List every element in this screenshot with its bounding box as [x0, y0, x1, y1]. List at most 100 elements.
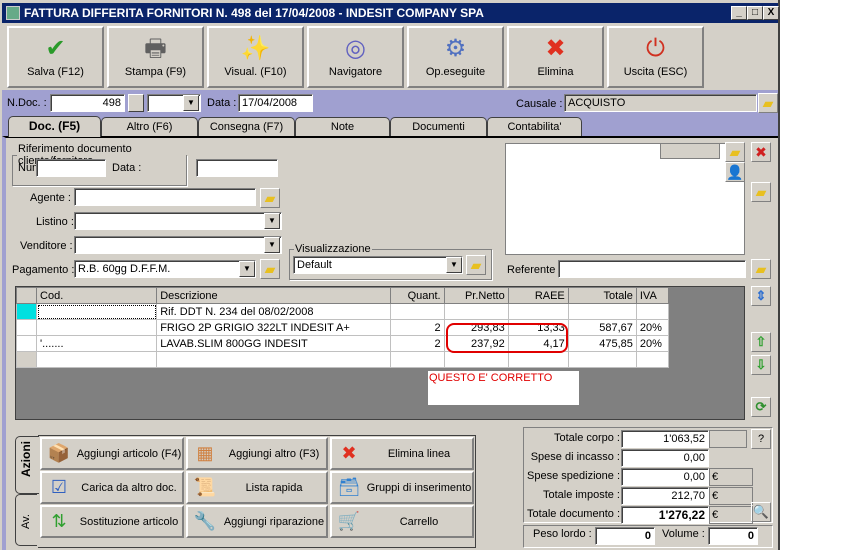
zoom-details-icon[interactable]: 🔍 — [751, 502, 771, 522]
series-select[interactable]: ▼ — [147, 94, 201, 112]
cell-qty[interactable] — [389, 303, 445, 320]
cell-cod[interactable] — [36, 303, 158, 320]
cell-raee[interactable] — [507, 351, 569, 368]
cell-raee[interactable] — [507, 303, 569, 320]
wrench-button[interactable]: 🔧 Aggiungi riparazione — [186, 505, 328, 538]
agente-field[interactable] — [74, 188, 256, 206]
peso-field[interactable]: 0 — [595, 527, 655, 545]
table-row[interactable]: FRIGO 2P GRIGIO 322LT INDESIT A+ 2 293,83 1… — [15, 319, 670, 336]
navigatore-button[interactable]: ◎ Navigatore — [307, 26, 404, 88]
col-raee[interactable]: RAEE — [507, 287, 569, 304]
chevron-down-icon[interactable]: ▼ — [239, 261, 255, 277]
quick-list-button[interactable]: 📜 Lista rapida — [186, 471, 328, 504]
col-iva[interactable]: IVA — [635, 287, 670, 304]
clear-supplier-icon[interactable]: ✖ — [751, 142, 771, 162]
salva-button[interactable]: ✔ Salva (F12) — [7, 26, 104, 88]
replace-article-button[interactable]: ⇅ Sostituzione articolo — [40, 505, 184, 538]
visualizzazione-select[interactable]: Default — [293, 256, 463, 274]
row-selector[interactable] — [15, 335, 38, 352]
col-descrizione[interactable]: Descrizione — [156, 287, 391, 304]
load-doc-button[interactable]: ☑ Carica da altro doc. — [40, 471, 184, 504]
delete-line-button[interactable]: ✖ Elimina linea — [330, 437, 474, 470]
cell-desc[interactable] — [156, 351, 391, 368]
arrow-up-icon[interactable]: ⇧ — [751, 332, 771, 352]
cell-price[interactable] — [443, 303, 509, 320]
tab-note[interactable]: Note — [295, 117, 390, 136]
address-folder-icon[interactable]: ▰ — [751, 182, 771, 202]
add-other-button[interactable]: ▦ Aggiungi altro (F3) — [186, 437, 328, 470]
cell-total[interactable] — [567, 303, 637, 320]
pagamento-select[interactable]: R.B. 60gg D.F.F.M. — [74, 260, 256, 278]
opeseguite-button[interactable]: ⚙ Op.eseguite — [407, 26, 504, 88]
date-field[interactable]: 17/04/2008 — [238, 94, 313, 112]
pagamento-folder-icon[interactable]: ▰ — [260, 259, 280, 279]
row-selector[interactable] — [15, 351, 38, 368]
stampa-button[interactable]: 🖶 Stampa (F9) — [107, 26, 204, 88]
col-cod[interactable]: Cod. — [36, 287, 158, 304]
help-button[interactable]: ? — [751, 429, 771, 449]
chevron-down-icon[interactable]: ▼ — [446, 257, 462, 273]
listino-select[interactable]: ▼ — [74, 212, 282, 230]
cell-iva[interactable]: 20% — [635, 335, 670, 352]
spedizione-field[interactable]: 0,00 — [621, 468, 709, 486]
table-row[interactable]: Rif. DDT N. 234 del 08/02/2008 — [15, 303, 670, 320]
cell-iva[interactable] — [635, 303, 670, 320]
supplier-folder-icon[interactable]: ▰ — [725, 142, 745, 162]
table-row[interactable] — [15, 351, 670, 368]
cell-cod[interactable] — [36, 351, 158, 368]
add-article-button[interactable]: 📦 Aggiungi articolo (F4) — [40, 437, 184, 470]
documento-field[interactable]: 1'276,22 — [621, 506, 709, 524]
cell-total[interactable]: 475,85 — [567, 335, 637, 352]
refresh-icon[interactable]: ⟳ — [751, 397, 771, 417]
supplier-code-field[interactable] — [660, 143, 720, 159]
minimize-button[interactable]: _ — [731, 6, 747, 20]
tab-altro[interactable]: Altro (F6) — [101, 117, 198, 136]
cell-total[interactable] — [567, 351, 637, 368]
corpo-field[interactable]: 1'063,52 — [621, 430, 709, 448]
agente-folder-icon[interactable]: ▰ — [260, 188, 280, 208]
visualizzazione-folder-icon[interactable]: ▰ — [466, 255, 486, 275]
elimina-button[interactable]: ✖ Elimina — [507, 26, 604, 88]
col-quant[interactable]: Quant. — [389, 287, 445, 304]
venditore-select[interactable]: ▼ — [74, 236, 282, 254]
volume-field[interactable]: 0 — [708, 527, 758, 545]
causale-field[interactable]: ACQUISTO — [564, 94, 757, 112]
move-up-down-icon[interactable]: ⇕ — [751, 286, 771, 306]
imposte-field[interactable]: 212,70 — [621, 487, 709, 505]
cell-desc[interactable]: LAVAB.SLIM 800GG INDESIT — [156, 335, 391, 352]
tab-consegna[interactable]: Consegna (F7) — [198, 117, 295, 136]
tab-doc[interactable]: Doc. (F5) — [8, 116, 101, 137]
uscita-button[interactable]: ⏻ Uscita (ESC) — [607, 26, 704, 88]
cell-cod[interactable] — [36, 319, 158, 336]
supplier-details-icon[interactable]: 👤 — [725, 162, 745, 182]
cell-qty[interactable]: 2 — [389, 319, 445, 336]
cart-button[interactable]: 🛒 Carrello — [330, 505, 474, 538]
row-selector[interactable] — [15, 303, 38, 320]
incasso-field[interactable]: 0,00 — [621, 449, 709, 467]
cell-desc[interactable]: Rif. DDT N. 234 del 08/02/2008 — [156, 303, 391, 320]
visual-button[interactable]: ✨ Visual. (F10) — [207, 26, 304, 88]
causale-folder-icon[interactable]: ▰ — [758, 93, 778, 113]
maximize-button[interactable]: □ — [747, 6, 763, 20]
close-button[interactable]: X — [763, 6, 779, 20]
cell-cod[interactable]: '....... — [36, 335, 158, 352]
arrow-down-icon[interactable]: ⇩ — [751, 355, 771, 375]
cell-price[interactable] — [443, 351, 509, 368]
tab-contabilita[interactable]: Contabilita' — [487, 117, 582, 136]
col-prnetto[interactable]: Pr.Netto — [443, 287, 509, 304]
cell-qty[interactable]: 2 — [389, 335, 445, 352]
ndoc-field[interactable]: 498 — [50, 94, 125, 112]
tab-documenti[interactable]: Documenti — [390, 117, 487, 136]
cell-qty[interactable] — [389, 351, 445, 368]
insert-groups-button[interactable]: 🗃 Gruppi di inserimento — [330, 471, 474, 504]
cell-total[interactable]: 587,67 — [567, 319, 637, 336]
cell-desc[interactable]: FRIGO 2P GRIGIO 322LT INDESIT A+ — [156, 319, 391, 336]
tab-av[interactable]: Av. — [15, 494, 37, 546]
row-selector[interactable] — [15, 319, 38, 336]
cell-iva[interactable] — [635, 351, 670, 368]
cell-iva[interactable]: 20% — [635, 319, 670, 336]
referente-field[interactable] — [558, 260, 746, 278]
ndoc-suffix-button[interactable] — [128, 94, 144, 112]
referente-folder-icon[interactable]: ▰ — [751, 259, 771, 279]
col-totale[interactable]: Totale — [567, 287, 637, 304]
